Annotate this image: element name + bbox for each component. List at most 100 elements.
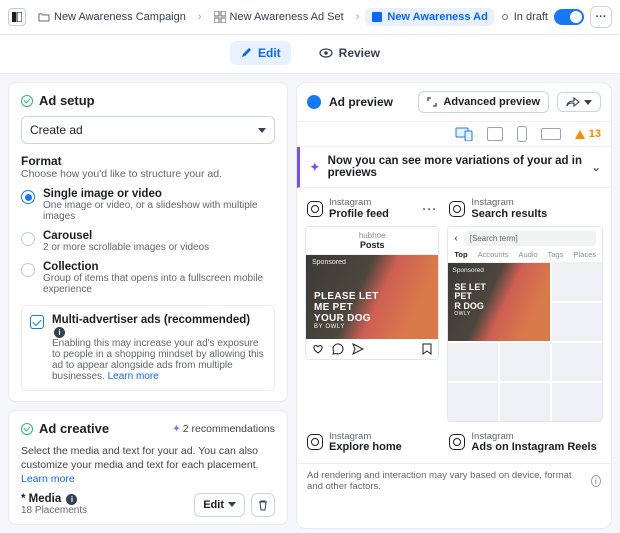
- back-chevron-icon[interactable]: ‹: [454, 233, 457, 244]
- cell-platform-label: Instagram: [471, 432, 596, 442]
- cell-profile-feed: Instagram Profile feed ··· hubhoe Posts: [305, 196, 439, 422]
- devices-all-icon[interactable]: [455, 127, 473, 141]
- device-desktop-icon[interactable]: [487, 127, 503, 141]
- option-carousel-sub: 2 or more scrollable images or videos: [43, 242, 209, 253]
- cell-more-button[interactable]: ···: [422, 202, 437, 216]
- breadcrumb-campaign-label: New Awareness Campaign: [54, 11, 186, 23]
- ad-overlay-text: PLEASE LET ME PET YOUR DOG BY OWLY: [314, 291, 379, 331]
- status-dot-icon: [502, 14, 508, 20]
- media-delete-button[interactable]: [251, 493, 275, 517]
- breadcrumb-campaign[interactable]: New Awareness Campaign: [32, 8, 192, 26]
- learn-more-link[interactable]: Learn more: [108, 371, 159, 382]
- sidebar-toggle-icon[interactable]: [8, 8, 26, 26]
- chevron-down-icon: ⌄: [591, 160, 601, 174]
- status-indicator: In draft ···: [502, 6, 612, 28]
- ad-icon: [371, 11, 383, 23]
- status-toggle[interactable]: [554, 9, 584, 25]
- info-icon[interactable]: i: [591, 475, 601, 487]
- option-collection-title: Collection: [43, 261, 275, 273]
- feed-posts-label: Posts: [306, 240, 438, 250]
- tab-audio[interactable]: Audio: [518, 250, 537, 259]
- tab-tags[interactable]: Tags: [548, 250, 564, 259]
- trash-icon: [257, 499, 269, 511]
- caret-down-icon: [228, 502, 236, 507]
- search-tile: [448, 383, 498, 421]
- cell-search-results: Instagram Search results ‹ [Search term]…: [447, 196, 603, 422]
- feed-actions: [306, 339, 438, 359]
- placement-row-1[interactable]: Feeds, In-stream ads for videos and reel…: [21, 523, 275, 525]
- tab-review[interactable]: Review: [309, 41, 390, 65]
- search-tile: [448, 343, 498, 381]
- adset-grid-icon: [214, 11, 226, 23]
- heart-icon[interactable]: [312, 343, 324, 355]
- format-sub: Choose how you'd like to structure your …: [21, 168, 275, 180]
- learn-more-link[interactable]: Learn more: [21, 473, 75, 485]
- breadcrumb-adset-label: New Awareness Ad Set: [230, 11, 344, 23]
- preview-grid: Instagram Profile feed ··· hubhoe Posts: [297, 188, 611, 463]
- device-mobile-icon[interactable]: [517, 126, 527, 142]
- option-collection[interactable]: Collection Group of items that opens int…: [21, 261, 275, 295]
- more-menu-button[interactable]: ···: [590, 6, 612, 28]
- media-edit-button[interactable]: Edit: [194, 493, 245, 517]
- breadcrumb-ad[interactable]: New Awareness Ad: [365, 8, 493, 26]
- search-grid: Sponsored SE LET PET R DOG OWLY: [448, 263, 602, 421]
- recommendations-count[interactable]: ✦2 recommendations: [172, 423, 275, 435]
- device-tablet-icon[interactable]: [541, 128, 561, 140]
- top-bar: New Awareness Campaign › New Awareness A…: [0, 0, 620, 35]
- ad-creative-card: Ad creative ✦2 recommendations Select th…: [8, 410, 288, 525]
- expand-icon: [427, 97, 437, 107]
- advanced-preview-button[interactable]: Advanced preview: [418, 91, 549, 113]
- checkbox-checked-icon[interactable]: [30, 315, 44, 329]
- tab-places[interactable]: Places: [573, 250, 596, 259]
- create-ad-select-value: Create ad: [30, 123, 83, 137]
- tab-accounts[interactable]: Accounts: [478, 250, 509, 259]
- option-carousel-title: Carousel: [43, 230, 209, 242]
- breadcrumb-adset[interactable]: New Awareness Ad Set: [208, 8, 350, 26]
- radio-icon: [21, 263, 35, 277]
- cell-reels: Instagram Ads on Instagram Reels: [447, 430, 603, 460]
- tab-top[interactable]: Top: [454, 250, 467, 259]
- sponsored-label: Sponsored: [312, 259, 346, 266]
- search-tile: [552, 343, 602, 381]
- create-ad-select[interactable]: Create ad: [21, 116, 275, 144]
- instagram-icon: [449, 434, 465, 450]
- multi-adv-sub: Enabling this may increase your ad's exp…: [52, 338, 266, 382]
- option-single-title: Single image or video: [43, 188, 275, 200]
- media-label: * Media i: [21, 493, 87, 505]
- cell-explore-title: Explore home: [329, 441, 402, 453]
- share-button[interactable]: [557, 92, 601, 112]
- breadcrumb-ad-label: New Awareness Ad: [387, 11, 487, 23]
- cell-platform-label: Instagram: [471, 198, 547, 208]
- option-collection-sub: Group of items that opens into a fullscr…: [43, 273, 275, 295]
- search-input-mock: [Search term]: [464, 231, 596, 246]
- bookmark-icon[interactable]: [422, 343, 432, 355]
- variations-banner[interactable]: ✦ Now you can see more variations of you…: [297, 147, 611, 188]
- feed-brand: hubhoe: [306, 231, 438, 240]
- cell-platform-label: Instagram: [329, 198, 389, 208]
- cell-reels-title: Ads on Instagram Reels: [471, 441, 596, 453]
- eye-icon: [319, 48, 333, 58]
- profile-feed-mock: hubhoe Posts Sponsored PLEASE LET ME PET…: [305, 226, 439, 360]
- ad-setup-card: Ad setup Create ad Format Choose how you…: [8, 82, 288, 402]
- share-icon: [566, 97, 580, 107]
- sponsored-label: Sponsored: [452, 267, 483, 274]
- search-tile: [552, 263, 602, 301]
- cell-explore-home: Instagram Explore home: [305, 430, 439, 460]
- pencil-icon: [240, 47, 252, 59]
- info-icon[interactable]: i: [66, 494, 77, 505]
- cell-profile-title: Profile feed: [329, 208, 389, 220]
- warning-count[interactable]: 13: [575, 128, 601, 140]
- tab-edit[interactable]: Edit: [230, 41, 291, 65]
- preview-dot-icon: [307, 95, 321, 109]
- comment-icon[interactable]: [332, 343, 344, 355]
- instagram-icon: [307, 434, 323, 450]
- info-icon[interactable]: i: [54, 327, 65, 338]
- ad-setup-title: Ad setup: [39, 93, 95, 108]
- send-icon[interactable]: [352, 343, 364, 355]
- chevron-right-icon: ›: [198, 11, 202, 23]
- option-single[interactable]: Single image or video One image or video…: [21, 188, 275, 222]
- instagram-icon: [307, 201, 323, 217]
- caret-down-icon: [258, 128, 266, 133]
- option-carousel[interactable]: Carousel 2 or more scrollable images or …: [21, 230, 275, 253]
- ad-overlay-text: SE LET PET R DOG OWLY: [454, 283, 486, 318]
